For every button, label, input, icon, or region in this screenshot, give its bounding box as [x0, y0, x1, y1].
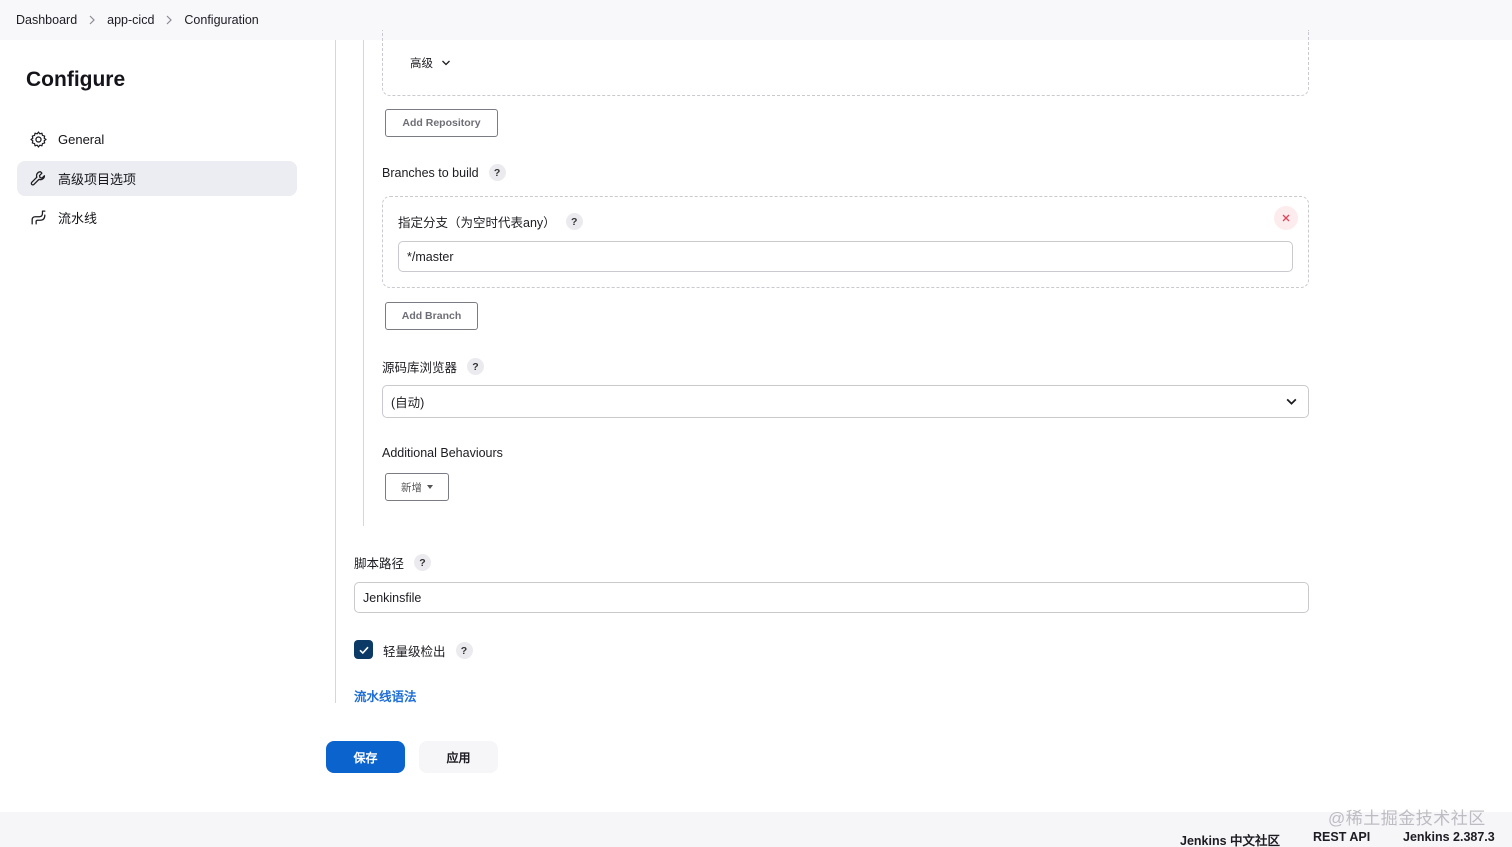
chevron-down-icon: [1286, 398, 1297, 405]
pipeline-icon: [27, 207, 49, 229]
section-rail: [335, 40, 336, 703]
branches-label: Branches to build ?: [382, 164, 506, 181]
footer-community-link[interactable]: Jenkins 中文社区: [1180, 830, 1280, 847]
caret-down-icon: [427, 485, 433, 489]
page-title: Configure: [26, 68, 126, 91]
chevron-right-icon: [154, 15, 184, 25]
sidebar-item-general[interactable]: General: [17, 122, 297, 157]
help-icon[interactable]: ?: [467, 358, 485, 375]
footer-version[interactable]: Jenkins 2.387.3: [1403, 830, 1495, 844]
breadcrumb-app-cicd[interactable]: app-cicd: [107, 13, 154, 27]
add-repository-button[interactable]: Add Repository: [385, 109, 498, 137]
breadcrumb-configuration[interactable]: Configuration: [184, 13, 258, 27]
lightweight-label: 轻量级检出 ?: [383, 641, 473, 660]
pipeline-syntax-link[interactable]: 流水线语法: [354, 686, 417, 705]
sidebar-item-advanced[interactable]: 高级项目选项: [17, 161, 297, 196]
wrench-icon: [27, 168, 49, 190]
gear-icon: [27, 129, 49, 151]
footer: Jenkins 中文社区 REST API Jenkins 2.387.3: [0, 812, 1512, 847]
lightweight-label-text: 轻量级检出: [383, 645, 446, 659]
chevron-right-icon: [77, 15, 107, 25]
repository-box: [382, 30, 1309, 96]
add-branch-button[interactable]: Add Branch: [385, 302, 478, 330]
sidebar-item-label: 流水线: [58, 211, 98, 226]
breadcrumb-dashboard[interactable]: Dashboard: [16, 13, 77, 27]
branch-spec-input[interactable]: */master: [398, 241, 1293, 272]
repo-browser-label-text: 源码库浏览器: [382, 361, 458, 375]
repo-browser-select[interactable]: (自动): [382, 385, 1309, 418]
help-icon[interactable]: ?: [488, 164, 506, 181]
lightweight-checkbox[interactable]: [354, 640, 373, 659]
watermark: @稀土掘金技术社区: [1328, 809, 1486, 828]
branch-spec-label-text: 指定分支（为空时代表any）: [398, 216, 556, 230]
branch-spec-label: 指定分支（为空时代表any） ?: [398, 212, 583, 231]
add-behaviour-dropdown[interactable]: 新增: [385, 473, 449, 501]
help-icon[interactable]: ?: [455, 642, 473, 659]
advanced-toggle[interactable]: 高级: [398, 48, 463, 78]
add-behaviour-label: 新增: [401, 481, 422, 494]
sidebar-item-pipeline[interactable]: 流水线: [17, 200, 297, 235]
sidebar: Configure General 高级项目选项 流水线: [0, 40, 320, 812]
sidebar-item-label: 高级项目选项: [58, 172, 137, 187]
apply-button[interactable]: 应用: [419, 741, 498, 773]
help-icon[interactable]: ?: [414, 554, 432, 571]
save-button[interactable]: 保存: [326, 741, 405, 773]
footer-rest-api-link[interactable]: REST API: [1313, 830, 1370, 844]
close-icon[interactable]: [1274, 206, 1298, 230]
subsection-rail: [363, 40, 364, 526]
repo-browser-value: (自动): [391, 396, 425, 410]
help-icon[interactable]: ?: [565, 213, 583, 230]
additional-behaviours-label: Additional Behaviours: [382, 446, 503, 460]
sidebar-item-label: General: [58, 132, 105, 147]
branches-label-text: Branches to build: [382, 165, 479, 180]
chevron-down-icon: [442, 60, 450, 66]
script-path-input[interactable]: Jenkinsfile: [354, 582, 1309, 613]
repo-browser-label: 源码库浏览器 ?: [382, 357, 485, 376]
advanced-label: 高级: [410, 58, 433, 70]
script-path-label: 脚本路径 ?: [354, 553, 432, 572]
check-icon: [358, 646, 369, 654]
script-path-label-text: 脚本路径: [354, 557, 405, 571]
